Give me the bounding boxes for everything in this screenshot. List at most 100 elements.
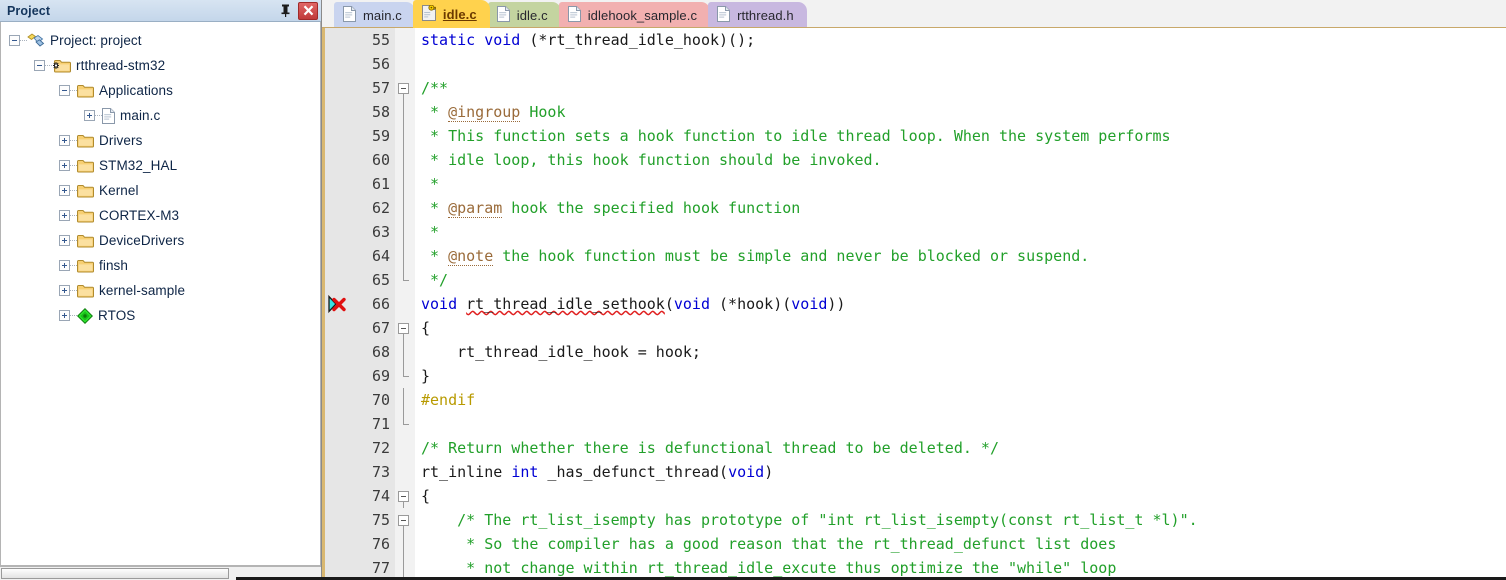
editor-tab-rtthread-h[interactable]: rtthread.h: [708, 2, 807, 28]
code-line[interactable]: * This function sets a hook function to …: [421, 124, 1506, 148]
breakpoint-cell[interactable]: [325, 460, 349, 484]
tree-item-applications[interactable]: Applications: [1, 78, 320, 103]
breakpoint-cell[interactable]: [325, 196, 349, 220]
fold-cell[interactable]: [395, 220, 415, 244]
tree-item-rtos[interactable]: RTOS: [1, 303, 320, 328]
breakpoint-cell[interactable]: [325, 316, 349, 340]
tree-item-drivers[interactable]: Drivers: [1, 128, 320, 153]
code-line[interactable]: [421, 412, 1506, 436]
expand-toggle-icon[interactable]: [84, 110, 95, 121]
breakpoint-cell[interactable]: [325, 532, 349, 556]
tree-item-stm32-hal[interactable]: STM32_HAL: [1, 153, 320, 178]
fold-cell[interactable]: [395, 76, 415, 100]
expand-toggle-icon[interactable]: [59, 160, 70, 171]
editor-tab-idle-c[interactable]: idle.c: [412, 0, 490, 28]
fold-cell[interactable]: [395, 484, 415, 508]
fold-cell[interactable]: [395, 292, 415, 316]
code-line[interactable]: void rt_thread_idle_sethook(void (*hook)…: [421, 292, 1506, 316]
breakpoint-cell[interactable]: [325, 292, 349, 316]
fold-cell[interactable]: [395, 388, 415, 412]
expand-toggle-icon[interactable]: [59, 135, 70, 146]
breakpoint-cell[interactable]: [325, 508, 349, 532]
code-editor[interactable]: 55 56 57 58 59 60 61 62 63 64 65 66 67 68 69 70 71 72 73 74…: [322, 28, 1506, 580]
breakpoint-gutter[interactable]: [325, 28, 349, 580]
fold-cell[interactable]: [395, 52, 415, 76]
expand-toggle-icon[interactable]: [59, 260, 70, 271]
editor-tab-idlehook-sample-c[interactable]: idlehook_sample.c: [558, 2, 711, 28]
tree-item-kernel-sample[interactable]: kernel-sample: [1, 278, 320, 303]
expand-toggle-icon[interactable]: [59, 210, 70, 221]
breakpoint-cell[interactable]: [325, 436, 349, 460]
fold-cell[interactable]: [395, 436, 415, 460]
fold-cell[interactable]: [395, 532, 415, 556]
code-line[interactable]: [421, 52, 1506, 76]
fold-collapse-icon[interactable]: [398, 83, 409, 94]
code-text-area[interactable]: static void (*rt_thread_idle_hook)(); /*…: [415, 28, 1506, 580]
breakpoint-cell[interactable]: [325, 100, 349, 124]
tree-item-project-project[interactable]: Project: project: [1, 28, 320, 53]
breakpoint-cell[interactable]: [325, 220, 349, 244]
code-line[interactable]: * idle loop, this hook function should b…: [421, 148, 1506, 172]
code-line[interactable]: #endif: [421, 388, 1506, 412]
breakpoint-cell[interactable]: [325, 412, 349, 436]
fold-cell[interactable]: [395, 124, 415, 148]
fold-collapse-icon[interactable]: [398, 515, 409, 526]
fold-cell[interactable]: [395, 100, 415, 124]
fold-collapse-icon[interactable]: [398, 491, 409, 502]
fold-cell[interactable]: [395, 364, 415, 388]
fold-cell[interactable]: [395, 508, 415, 532]
expand-toggle-icon[interactable]: [59, 310, 70, 321]
collapse-toggle-icon[interactable]: [59, 85, 70, 96]
code-line[interactable]: /* Return whether there is defunctional …: [421, 436, 1506, 460]
fold-cell[interactable]: [395, 148, 415, 172]
breakpoint-cell[interactable]: [325, 172, 349, 196]
fold-cell[interactable]: [395, 340, 415, 364]
code-line[interactable]: {: [421, 484, 1506, 508]
fold-cell[interactable]: [395, 244, 415, 268]
editor-tab-idle-c[interactable]: idle.c: [487, 2, 561, 28]
collapse-toggle-icon[interactable]: [9, 35, 20, 46]
expand-toggle-icon[interactable]: [59, 185, 70, 196]
breakpoint-cell[interactable]: [325, 484, 349, 508]
tree-item-rtthread-stm32[interactable]: rtthread-stm32: [1, 53, 320, 78]
code-line[interactable]: /**: [421, 76, 1506, 100]
code-line[interactable]: * @param hook the specified hook functio…: [421, 196, 1506, 220]
code-line[interactable]: {: [421, 316, 1506, 340]
pin-icon[interactable]: [276, 2, 295, 20]
folding-margin[interactable]: [395, 28, 415, 580]
fold-cell[interactable]: [395, 172, 415, 196]
breakpoint-cell[interactable]: [325, 340, 349, 364]
fold-cell[interactable]: [395, 28, 415, 52]
fold-cell[interactable]: [395, 460, 415, 484]
code-line[interactable]: /* The rt_list_isempty has prototype of …: [421, 508, 1506, 532]
breakpoint-cell[interactable]: [325, 244, 349, 268]
tree-item-finsh[interactable]: finsh: [1, 253, 320, 278]
editor-tab-main-c[interactable]: main.c: [334, 2, 415, 28]
breakpoint-cell[interactable]: [325, 268, 349, 292]
close-button[interactable]: [298, 1, 318, 20]
breakpoint-cell[interactable]: [325, 364, 349, 388]
code-line[interactable]: * So the compiler has a good reason that…: [421, 532, 1506, 556]
tree-item-devicedrivers[interactable]: DeviceDrivers: [1, 228, 320, 253]
code-line[interactable]: rt_thread_idle_hook = hook;: [421, 340, 1506, 364]
fold-cell[interactable]: [395, 316, 415, 340]
code-line[interactable]: }: [421, 364, 1506, 388]
fold-cell[interactable]: [395, 412, 415, 436]
collapse-toggle-icon[interactable]: [34, 60, 45, 71]
breakpoint-cell[interactable]: [325, 124, 349, 148]
tree-item-main-c[interactable]: main.c: [1, 103, 320, 128]
code-line[interactable]: rt_inline int _has_defunct_thread(void): [421, 460, 1506, 484]
tree-item-kernel[interactable]: Kernel: [1, 178, 320, 203]
project-tree-container[interactable]: Project: project rtthread-stm32 Applicatio…: [0, 22, 321, 566]
expand-toggle-icon[interactable]: [59, 285, 70, 296]
breakpoint-cell[interactable]: [325, 28, 349, 52]
code-line[interactable]: *: [421, 172, 1506, 196]
code-line[interactable]: * @ingroup Hook: [421, 100, 1506, 124]
code-line[interactable]: static void (*rt_thread_idle_hook)();: [421, 28, 1506, 52]
breakpoint-cell[interactable]: [325, 52, 349, 76]
code-line[interactable]: */: [421, 268, 1506, 292]
breakpoint-cell[interactable]: [325, 148, 349, 172]
fold-cell[interactable]: [395, 268, 415, 292]
tree-item-cortex-m3[interactable]: CORTEX-M3: [1, 203, 320, 228]
breakpoint-cell[interactable]: [325, 76, 349, 100]
